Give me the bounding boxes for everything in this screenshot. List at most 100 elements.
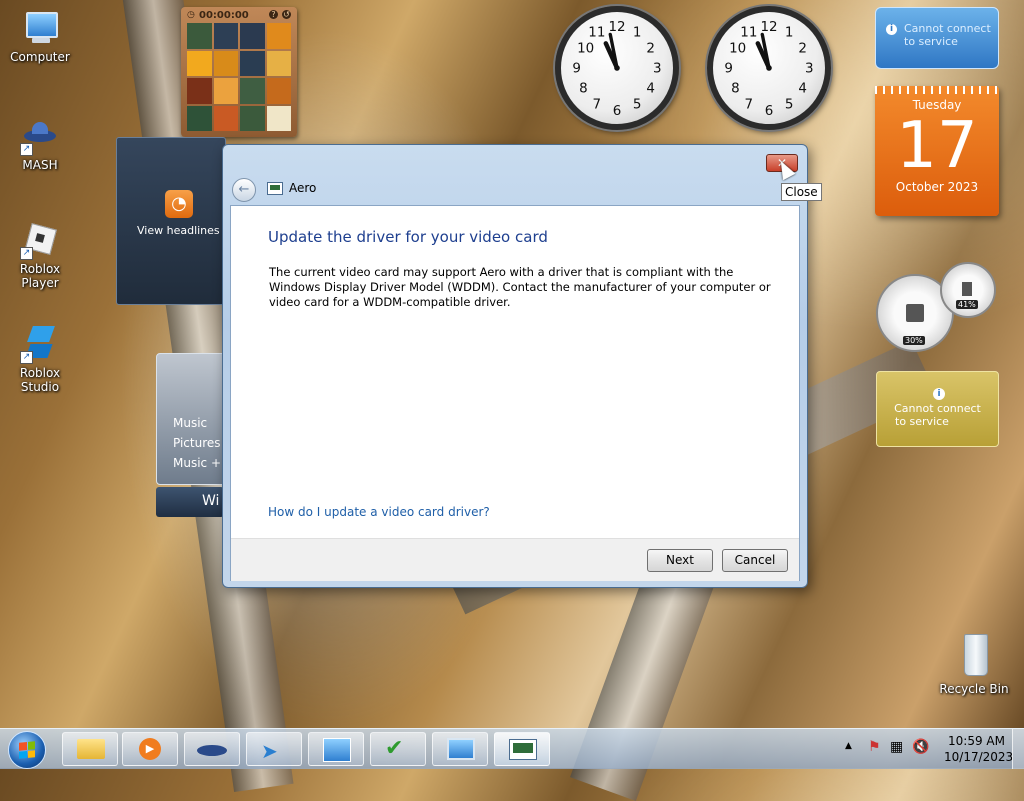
mash-ufo-icon: ↗ [20, 118, 58, 156]
taskbar-aero-dialog[interactable] [494, 732, 550, 766]
desktop-icon-recycle-bin[interactable]: Recycle Bin [934, 632, 1014, 696]
next-button[interactable]: Next [647, 549, 713, 572]
media-item-music[interactable]: Music [173, 416, 207, 430]
svg-text:9: 9 [572, 61, 581, 76]
rss-feed-icon: ◔ [165, 190, 193, 218]
cancel-button[interactable]: Cancel [722, 549, 788, 572]
desktop-icon-mash[interactable]: ↗ MASH [0, 118, 80, 172]
clock-face: 12 12 3 4567 8 9 1011 [724, 20, 814, 119]
help-link[interactable]: How do I update a video card driver? [268, 505, 490, 519]
memory-icon [962, 282, 972, 296]
svg-text:11: 11 [588, 26, 605, 41]
computer-icon [22, 10, 58, 46]
folder-icon [77, 739, 105, 759]
desktop-icon-roblox-player[interactable]: ↗ Roblox Player [0, 222, 80, 290]
currency-gadget[interactable]: i Cannot connect to service [876, 371, 999, 447]
clock-gadget-1[interactable]: 12 1 2 3 4567 8 9 10 11 [555, 6, 679, 130]
svg-text:8: 8 [731, 82, 740, 97]
svg-text:11: 11 [740, 26, 757, 41]
close-tooltip: Close [781, 183, 822, 201]
start-button[interactable] [8, 731, 46, 769]
desktop-icon-label: MASH [22, 158, 58, 172]
desktop-icon-label: Roblox Player [19, 262, 61, 290]
dialog-footer [231, 538, 799, 581]
show-hidden-icons-button[interactable]: ▲ [845, 741, 852, 751]
shortcut-arrow-icon: ↗ [20, 143, 33, 156]
display-settings-icon [509, 739, 537, 760]
media-item-pictures[interactable]: Pictures [173, 436, 221, 450]
media-player-icon: ▶ [139, 738, 161, 760]
taskbar-action-center[interactable]: ✔ [370, 732, 426, 766]
taskbar-media-player[interactable]: ▶ [122, 732, 178, 766]
media-gadget-footer: Wi [156, 487, 224, 517]
puzzle-help-icon[interactable]: ? [269, 10, 278, 19]
svg-text:5: 5 [785, 97, 794, 112]
memory-percent: 41% [956, 300, 978, 309]
svg-text:2: 2 [646, 41, 655, 56]
svg-text:6: 6 [765, 104, 774, 119]
taskbar-clock-date[interactable]: 10/17/2023 [944, 750, 1013, 764]
svg-text:9: 9 [724, 61, 733, 76]
info-icon: i [886, 24, 897, 35]
svg-text:7: 7 [593, 97, 602, 112]
svg-text:8: 8 [579, 82, 588, 97]
svg-text:7: 7 [745, 97, 754, 112]
show-desktop-button[interactable] [1012, 729, 1024, 769]
dialog-content: Update the driver for your video card Th… [230, 205, 800, 581]
taskbar-control-panel[interactable] [308, 732, 364, 766]
window-title: Aero [289, 181, 317, 195]
shortcut-arrow-icon: ↗ [20, 351, 33, 364]
cpu-meter-gadget[interactable]: 30% 41% [876, 262, 1000, 354]
desktop-icon-computer[interactable]: Computer [0, 10, 80, 64]
aero-dialog-window[interactable]: ✕ ← Aero Update the driver for your vide… [222, 144, 808, 588]
svg-text:3: 3 [805, 61, 814, 76]
media-item-music-plus[interactable]: Music + [173, 456, 221, 470]
svg-text:4: 4 [646, 82, 655, 97]
taskbar-remote-desktop[interactable] [432, 732, 488, 766]
network-disconnected-icon[interactable]: ▦ [890, 739, 903, 755]
media-gadget[interactable]: Music Pictures Music + [156, 353, 226, 485]
svg-text:10: 10 [577, 41, 594, 56]
desktop-icon-roblox-studio[interactable]: ↗ Roblox Studio [0, 326, 80, 394]
taskbar: ▶ ➤ ✔ ▲ ⚑ ▦ 🔇 10:59 AM 10/17/2023 [0, 728, 1024, 769]
clock-gadget-2[interactable]: 12 1 2 3 4567 8 9 10 11 [707, 6, 831, 130]
shortcut-arrow-icon: ↗ [20, 247, 33, 260]
clock-face: 12 12 3 4567 8 9 1011 [572, 20, 661, 119]
svg-text:6: 6 [613, 104, 622, 119]
picture-puzzle-gadget[interactable]: ◷ 00:00:00 ? ↺ [181, 7, 297, 137]
svg-text:5: 5 [633, 97, 642, 112]
roblox-player-icon: ↗ [20, 222, 58, 260]
taskbar-messenger[interactable]: ➤ [246, 732, 302, 766]
weather-status-line2: to service [904, 35, 958, 48]
weather-gadget[interactable]: i Cannot connect to service [875, 7, 999, 69]
dialog-heading: Update the driver for your video card [268, 228, 548, 246]
puzzle-shuffle-icon[interactable]: ↺ [282, 10, 291, 19]
svg-text:1: 1 [633, 26, 642, 41]
svg-text:12: 12 [760, 20, 777, 35]
svg-text:4: 4 [798, 82, 807, 97]
desktop-icon-label: Roblox Studio [19, 366, 61, 394]
action-center-flag-icon[interactable]: ⚑ [868, 739, 881, 755]
volume-muted-icon[interactable]: 🔇 [912, 739, 929, 755]
taskbar-clock-time[interactable]: 10:59 AM [948, 734, 1005, 748]
back-button[interactable]: ← [232, 178, 256, 202]
cpu-percent: 30% [903, 336, 925, 345]
calendar-gadget[interactable]: Tuesday 17 October 2023 [875, 86, 999, 216]
feed-headlines-gadget[interactable]: ◔ View headlines [116, 137, 226, 305]
currency-status-line2: to service [895, 415, 949, 428]
roblox-studio-icon: ↗ [20, 326, 58, 364]
dialog-body-text: The current video card may support Aero … [269, 265, 771, 309]
puzzle-timer: 00:00:00 [199, 10, 249, 21]
taskbar-mash[interactable] [184, 732, 240, 766]
puzzle-timer-icon: ◷ [187, 10, 195, 20]
processor-icon [906, 304, 924, 322]
mash-ufo-icon [197, 745, 227, 756]
view-headlines-link[interactable]: View headlines [137, 224, 220, 237]
monitor-icon [447, 738, 475, 760]
taskbar-windows-explorer[interactable] [62, 732, 118, 766]
puzzle-grid[interactable] [187, 23, 291, 131]
control-panel-icon [323, 738, 351, 762]
windows-logo-icon [19, 741, 35, 759]
svg-text:2: 2 [798, 41, 807, 56]
desktop-icon-label: Computer [10, 50, 70, 64]
